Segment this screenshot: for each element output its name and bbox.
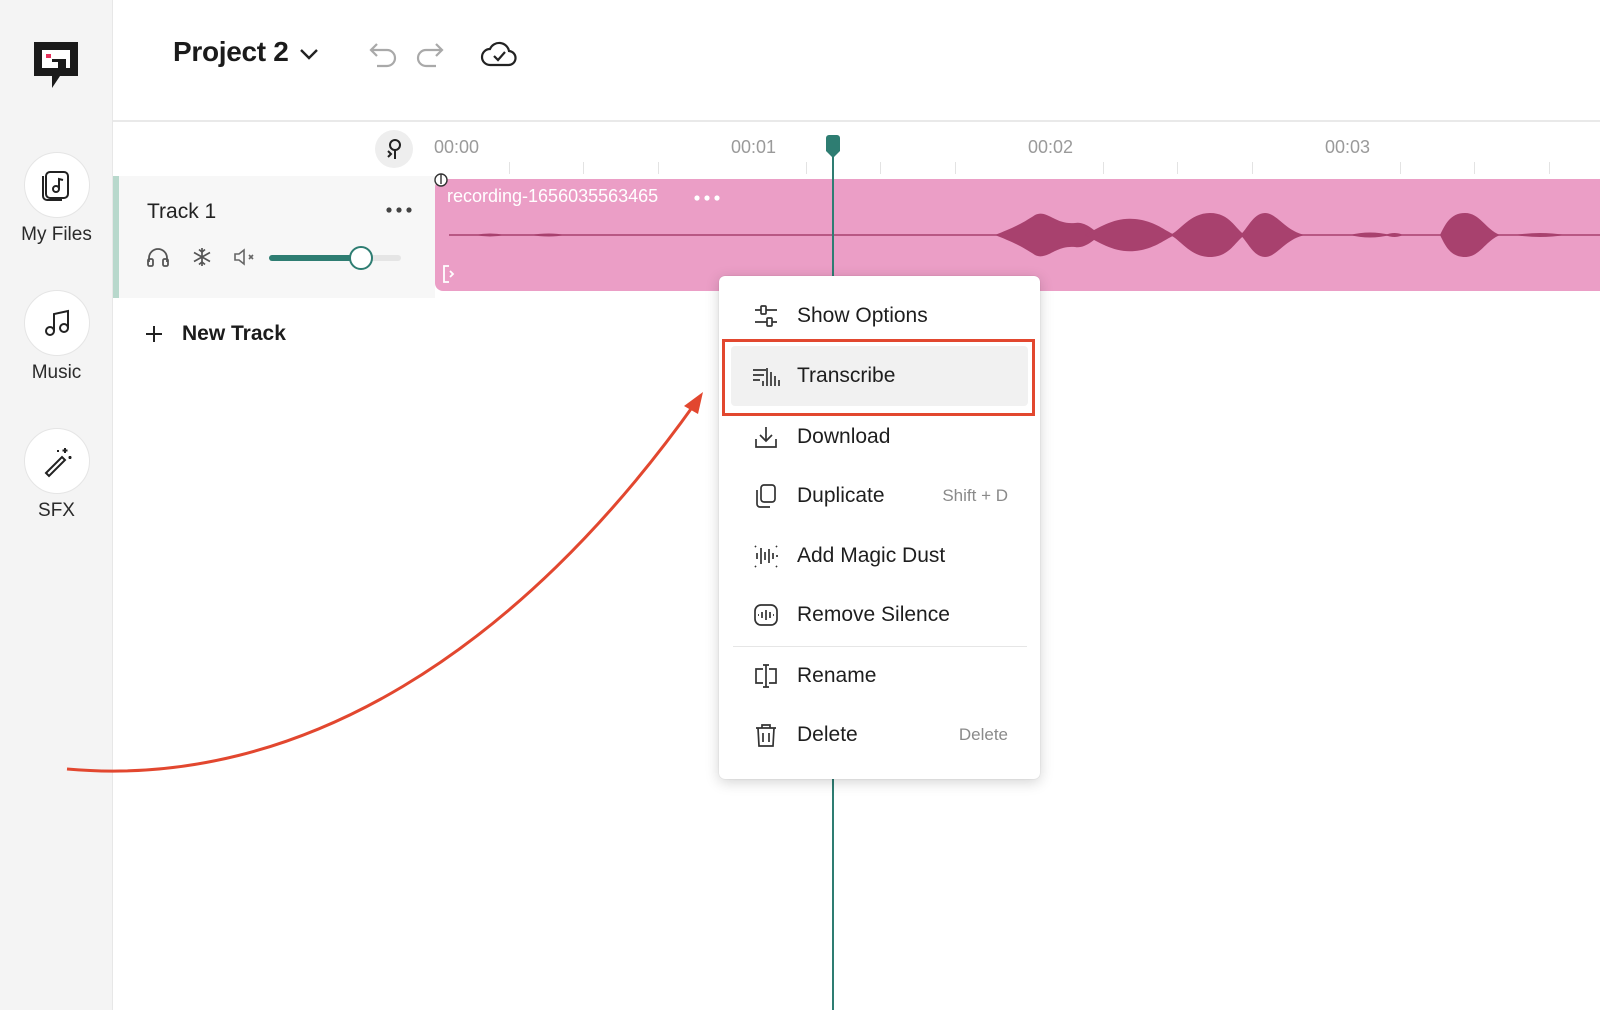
tick-mark [955,162,956,174]
app-logo-icon[interactable] [30,38,82,94]
redo-icon[interactable] [414,38,446,70]
music-file-icon [41,171,69,201]
tick-mark [509,162,510,174]
tick-mark [1474,162,1475,174]
volume-slider-fill [269,255,362,261]
sliders-icon [749,299,783,333]
waveform [449,213,1600,257]
rail-button-music[interactable] [23,290,90,356]
rail-item-sfx[interactable]: SFX [0,428,113,522]
magic-dust-icon [749,539,783,573]
menu-item-label: Show Options [797,304,928,327]
rail-button-my-files[interactable] [23,152,90,218]
clip-trim-handle-icon[interactable] [441,263,459,285]
menu-item-label: Remove Silence [797,603,950,626]
tick-mark [583,162,584,174]
track-more-options-icon[interactable] [381,198,417,222]
rail-item-my-files[interactable]: My Files [0,152,113,246]
playhead-handle[interactable] [824,135,842,159]
tick-mark [806,162,807,174]
tick-label: 00:02 [1028,137,1074,157]
duplicate-icon [749,479,783,513]
left-sidebar: My Files Music SFX [0,0,113,1010]
freeze-snowflake-icon[interactable] [189,244,215,270]
tick-label: 00:01 [731,137,777,157]
menu-item-label: Delete [797,723,858,746]
rail-label-my-files: My Files [21,224,92,245]
track-header[interactable]: Track 1 [113,176,435,298]
trash-icon [749,718,783,752]
new-track-label: New Track [182,322,286,345]
plus-icon [142,322,166,346]
menu-item-remove-silence[interactable]: Remove Silence [731,585,1028,645]
headphones-icon[interactable] [145,244,171,270]
audio-clip[interactable]: recording-1656035563465 [435,179,1600,291]
menu-item-label: Duplicate [797,484,885,507]
clip-name: recording-1656035563465 [447,186,659,206]
menu-item-download[interactable]: Download [731,407,1028,467]
top-bar: Project 2 [113,0,1600,122]
menu-item-show-options[interactable]: Show Options [731,286,1028,346]
rename-icon [749,659,783,693]
menu-item-add-magic-dust[interactable]: Add Magic Dust [731,526,1028,586]
annotation-highlight-box [722,339,1035,416]
volume-slider[interactable] [269,246,401,270]
remove-silence-icon [749,598,783,632]
track-name[interactable]: Track 1 [147,200,216,224]
menu-item-label: Download [797,425,891,448]
mute-speaker-icon[interactable] [231,244,259,270]
rail-label-music: Music [31,362,82,383]
volume-slider-handle[interactable] [349,246,374,270]
clip-start-marker-icon[interactable] [433,170,451,190]
timeline-ruler[interactable]: 00:00 00:01 00:02 00:03 [113,122,1600,176]
tick-mark [1252,162,1253,174]
tick-label: 00:00 [434,137,480,157]
snap-marker-button[interactable] [375,130,413,168]
new-track-button[interactable]: New Track [142,318,286,350]
rail-item-music[interactable]: Music [0,290,113,384]
chevron-down-icon[interactable] [297,42,321,66]
tick-mark [1400,162,1401,174]
menu-item-label: Rename [797,664,877,687]
project-title[interactable]: Project 2 [173,36,289,68]
music-note-icon [44,309,69,336]
tick-label: 00:03 [1325,137,1371,157]
pin-icon [387,139,401,159]
tick-mark [1177,162,1178,174]
tick-mark [1103,162,1104,174]
tick-mark [1549,162,1550,174]
undo-icon[interactable] [367,38,399,70]
download-icon [749,420,783,454]
tick-mark [880,162,881,174]
menu-item-duplicate[interactable]: Duplicate Shift + D [731,466,1028,526]
menu-item-delete[interactable]: Delete Delete [731,705,1028,765]
menu-item-shortcut: Delete [958,725,1008,744]
tick-mark [658,162,659,174]
menu-item-label: Add Magic Dust [797,544,946,567]
cloud-saved-icon[interactable] [479,38,519,70]
rail-button-sfx[interactable] [23,428,90,494]
rail-label-sfx: SFX [38,500,75,521]
menu-item-shortcut: Shift + D [942,486,1008,505]
menu-item-rename[interactable]: Rename [731,646,1028,706]
magic-wand-icon [44,448,71,478]
